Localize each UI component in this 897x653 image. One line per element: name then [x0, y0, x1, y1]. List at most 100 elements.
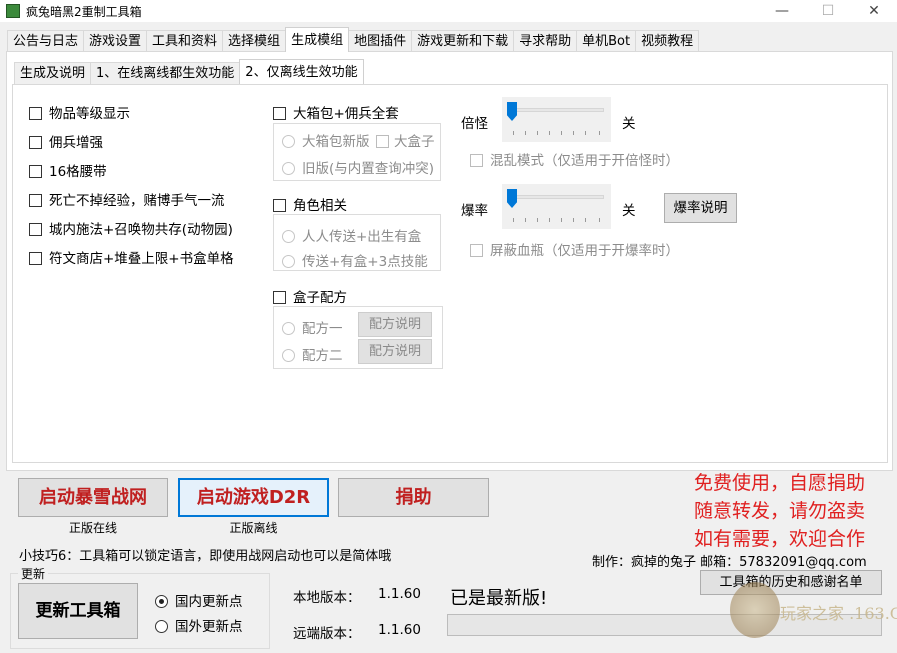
tab-game-update[interactable]: 游戏更新和下载	[411, 30, 515, 52]
tab-generate-mod[interactable]: 生成模组	[285, 27, 350, 52]
droprate-slider[interactable]	[502, 184, 611, 229]
slider-tick	[561, 131, 562, 135]
slider-thumb[interactable]	[507, 189, 517, 208]
radio[interactable]	[282, 230, 295, 243]
slider-tick	[599, 131, 600, 135]
radio[interactable]	[282, 162, 295, 175]
slider-tick	[513, 218, 514, 222]
recipe-group: 配方一 配方说明 配方二 配方说明	[273, 306, 443, 369]
radio[interactable]	[155, 595, 168, 608]
option-town-casting[interactable]: 城内施法+召唤物共存(动物园)	[29, 218, 233, 238]
radio-domestic-server[interactable]: 国内更新点	[155, 590, 243, 610]
option-role[interactable]: 角色相关	[273, 194, 347, 214]
slider-tick	[525, 218, 526, 222]
radio-role-1[interactable]: 人人传送+出生有盒	[282, 225, 421, 245]
local-version-label: 本地版本：	[293, 590, 361, 606]
option-chaos-mode[interactable]: 混乱模式（仅适用于开倍怪时）	[470, 149, 679, 169]
checkbox[interactable]	[470, 244, 483, 257]
subtab-online-offline[interactable]: 1、在线离线都生效功能	[90, 62, 241, 84]
slider-tick	[537, 218, 538, 222]
checkbox[interactable]	[29, 252, 42, 265]
radio[interactable]	[155, 620, 168, 633]
update-group-label: 更新	[18, 565, 49, 582]
tab-announcements[interactable]: 公告与日志	[7, 30, 85, 52]
droprate-info-button[interactable]: 爆率说明	[664, 193, 737, 223]
slider-tick	[561, 218, 562, 222]
radio-recipe-1[interactable]: 配方一	[282, 317, 343, 337]
tip-text: 小技巧6：工具箱可以锁定语言，即使用战网启动也可以是简体哦	[19, 549, 392, 564]
promo-line-2: 随意转发，请勿盗卖	[694, 500, 866, 522]
radio[interactable]	[282, 255, 295, 268]
remote-version-value: 1.1.60	[378, 622, 421, 638]
update-toolbox-button[interactable]: 更新工具箱	[18, 583, 138, 639]
update-status: 已是最新版!	[450, 588, 548, 609]
checkbox[interactable]	[29, 165, 42, 178]
slider-tick	[549, 131, 550, 135]
checkbox[interactable]	[273, 291, 286, 304]
tab-select-mod[interactable]: 选择模组	[222, 30, 287, 52]
checkbox[interactable]	[29, 194, 42, 207]
checkbox[interactable]	[376, 135, 389, 148]
checkbox[interactable]	[29, 107, 42, 120]
droprate-value: 关	[622, 203, 636, 219]
option-bigbox[interactable]: 大箱包+佣兵全套	[273, 102, 399, 122]
checkbox[interactable]	[29, 223, 42, 236]
radio-recipe-2[interactable]: 配方二	[282, 344, 343, 364]
tab-tools[interactable]: 工具和资料	[146, 30, 224, 52]
slider-tick	[585, 131, 586, 135]
tab-map-plugin[interactable]: 地图插件	[348, 30, 413, 52]
radio[interactable]	[282, 349, 295, 362]
sub-tab-bar: 生成及说明 1、在线离线都生效功能 2、仅离线生效功能	[14, 59, 364, 84]
recipe-info-button-2[interactable]: 配方说明	[358, 339, 432, 364]
role-group: 人人传送+出生有盒 传送+有盒+3点技能	[273, 214, 441, 271]
promo-line-3: 如有需要，欢迎合作	[694, 528, 866, 550]
donate-button[interactable]: 捐助	[338, 478, 489, 517]
tab-videos[interactable]: 视频教程	[635, 30, 700, 52]
radio-foreign-server[interactable]: 国外更新点	[155, 615, 243, 635]
remote-version-label: 远端版本：	[293, 626, 361, 642]
checkbox[interactable]	[273, 107, 286, 120]
option-no-exp-loss[interactable]: 死亡不掉经验，赌博手气一流	[29, 189, 225, 209]
radio-role-2[interactable]: 传送+有盒+3点技能	[282, 250, 428, 270]
checkbox[interactable]	[273, 199, 286, 212]
slider-track	[509, 108, 604, 112]
radio-bigbox-new[interactable]: 大箱包新版	[282, 130, 370, 150]
battlenet-caption: 正版在线	[68, 521, 117, 535]
main-tab-bar: 公告与日志 游戏设置 工具和资料 选择模组 生成模组 地图插件 游戏更新和下载 …	[7, 27, 700, 52]
maximize-button[interactable]: ☐	[805, 0, 851, 22]
option-rune-shop[interactable]: 符文商店+堆叠上限+书盒单格	[29, 247, 234, 267]
option-hide-potions[interactable]: 屏蔽血瓶（仅适用于开爆率时）	[470, 239, 679, 259]
tab-game-settings[interactable]: 游戏设置	[83, 30, 148, 52]
title-bar: 疯兔暗黑2重制工具箱 — ☐ ✕	[0, 0, 897, 22]
slider-track	[509, 195, 604, 199]
checkbox[interactable]	[29, 136, 42, 149]
option-recipe[interactable]: 盒子配方	[273, 286, 347, 306]
multiplier-slider[interactable]	[502, 97, 611, 142]
option-item-level[interactable]: 物品等级显示	[29, 102, 130, 122]
tab-bot[interactable]: 单机Bot	[576, 30, 637, 52]
subtab-offline-only[interactable]: 2、仅离线生效功能	[239, 59, 364, 84]
history-button[interactable]: 工具箱的历史和感谢名单	[700, 570, 882, 595]
minimize-button[interactable]: —	[759, 0, 805, 22]
option-big-chest[interactable]: 大盒子	[376, 130, 435, 150]
slider-tick	[525, 131, 526, 135]
slider-thumb[interactable]	[507, 102, 517, 121]
close-button[interactable]: ✕	[851, 0, 897, 22]
app-icon	[6, 4, 20, 18]
slider-tick	[513, 131, 514, 135]
radio[interactable]	[282, 135, 295, 148]
d2r-caption: 正版离线	[229, 521, 278, 535]
checkbox[interactable]	[470, 154, 483, 167]
watermark-text: 玩家之家 .163.COM	[780, 604, 897, 623]
recipe-info-button-1[interactable]: 配方说明	[358, 312, 432, 337]
launch-d2r-button[interactable]: 启动游戏D2R	[178, 478, 329, 517]
radio[interactable]	[282, 322, 295, 335]
local-version-value: 1.1.60	[378, 586, 421, 602]
tab-help[interactable]: 寻求帮助	[513, 30, 578, 52]
option-mercenary[interactable]: 佣兵增强	[29, 131, 103, 151]
radio-bigbox-old[interactable]: 旧版(与内置查询冲突)	[282, 157, 434, 177]
subtab-generate[interactable]: 生成及说明	[14, 62, 92, 84]
option-belt[interactable]: 16格腰带	[29, 160, 107, 180]
multiplier-label: 倍怪	[461, 116, 488, 132]
launch-battlenet-button[interactable]: 启动暴雪战网	[18, 478, 168, 517]
